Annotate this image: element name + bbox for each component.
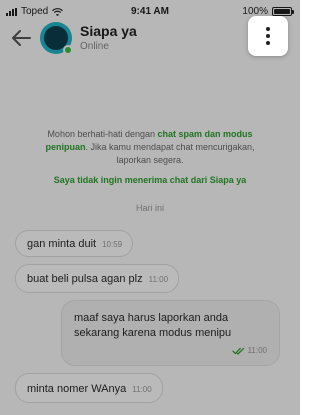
contact-status: Online: [80, 41, 109, 52]
message-time: 11:00: [148, 275, 169, 284]
spam-warning: Mohon berhati-hati dengan chat spam dan …: [30, 128, 270, 167]
block-chat-link[interactable]: Saya tidak ingin menerima chat dari Siap…: [0, 175, 300, 185]
incoming-message[interactable]: gan minta duit 10:59: [15, 230, 134, 257]
chat-screen: Toped 9:41 AM 100% Siapa ya Online Mohon…: [0, 0, 300, 415]
message-meta: 11:00: [231, 343, 267, 358]
outgoing-message[interactable]: maaf saya harus laporkan anda sekarang k…: [61, 300, 280, 366]
contact-name[interactable]: Siapa ya: [80, 23, 137, 39]
more-options-button[interactable]: [248, 16, 288, 56]
date-separator: Hari ini: [135, 203, 164, 213]
incoming-message[interactable]: minta nomer WAnya 11:00: [15, 373, 163, 403]
message-text: maaf saya harus laporkan anda sekarang k…: [74, 312, 232, 339]
message-text: gan minta duit: [27, 238, 97, 250]
incoming-message[interactable]: buat beli pulsa agan plz 11:00: [15, 264, 180, 293]
message-time: 11:00: [247, 346, 267, 355]
double-check-icon: [231, 347, 244, 355]
more-vertical-icon: [266, 27, 270, 31]
arrow-left-icon[interactable]: [10, 28, 32, 48]
message-text: minta nomer WAnya: [27, 383, 127, 395]
message-text: buat beli pulsa agan plz: [27, 273, 143, 285]
online-indicator: [63, 45, 73, 55]
message-time: 10:59: [102, 240, 123, 249]
battery-icon: [272, 7, 294, 16]
message-time: 11:00: [132, 385, 152, 394]
avatar[interactable]: [40, 22, 73, 55]
chat-header: Siapa ya Online: [0, 16, 300, 62]
warning-text-start: Mohon berhati-hati dengan: [47, 129, 158, 139]
warning-text-end: . Jika kamu mendapat chat mencurigakan, …: [85, 142, 255, 165]
